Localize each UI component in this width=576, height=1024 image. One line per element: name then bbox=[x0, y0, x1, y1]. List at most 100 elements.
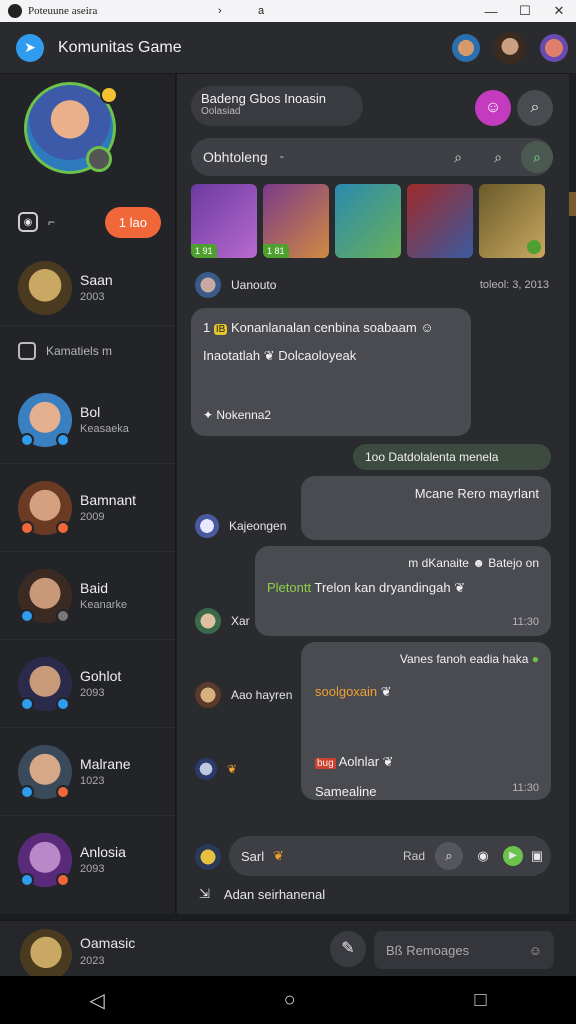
status-pill-button[interactable]: 1 lao bbox=[104, 206, 161, 238]
minimize-button[interactable]: — bbox=[474, 4, 508, 19]
attach-icon[interactable]: ⌕ bbox=[435, 842, 463, 870]
search-icon[interactable]: ⌕ bbox=[485, 149, 511, 166]
zoom-icon[interactable]: ⌕ bbox=[445, 149, 471, 166]
thumbnail-tag: 1 91 bbox=[191, 244, 217, 258]
tag-icon: bug bbox=[315, 758, 336, 769]
sender-name: Uanouto bbox=[231, 278, 277, 292]
sender-name: Xar bbox=[231, 614, 250, 628]
contact-sub: 2093 bbox=[80, 686, 105, 699]
contact-item[interactable]: Gohlot 2093 bbox=[0, 640, 175, 728]
role-badge-icon bbox=[56, 432, 70, 447]
online-badge-icon bbox=[20, 784, 34, 799]
bottom-avatar[interactable] bbox=[20, 929, 72, 981]
search-bar[interactable]: Obhtoleng ⁃ ⌕ ⌕ ⌕ bbox=[191, 138, 553, 176]
message-bubble[interactable]: Vanes fanoh eadia haka ● soolgoxain ❦ bu… bbox=[301, 642, 551, 800]
back-nav-icon[interactable]: ◁ bbox=[89, 988, 104, 1013]
game-thumbnail[interactable] bbox=[335, 184, 401, 258]
back-icon[interactable]: › bbox=[218, 5, 258, 17]
contact-sub: 2003 bbox=[80, 290, 105, 303]
search-go-icon[interactable]: ⌕ bbox=[521, 141, 553, 173]
header-avatar-2[interactable] bbox=[494, 31, 526, 64]
composer-avatar[interactable] bbox=[195, 844, 221, 870]
bubble-line: Inaotatlah ❦ Dolcaoloyeak bbox=[203, 348, 357, 363]
send-icon[interactable]: ▶ bbox=[503, 846, 523, 866]
message-footer: Nokenna2 bbox=[216, 408, 272, 422]
online-dot-icon: ● bbox=[531, 652, 539, 666]
bubble-top: m dKanaite ☻ Batejo on bbox=[408, 556, 539, 570]
address-field[interactable]: a bbox=[258, 5, 474, 17]
message-bubble[interactable]: m dKanaite ☻ Batejo on Pletontt Trelon k… bbox=[255, 546, 551, 636]
app-header: ➤ Komunitas Game bbox=[0, 22, 576, 74]
game-thumbnail[interactable]: 1 81 bbox=[263, 184, 329, 258]
pinned-avatar bbox=[18, 260, 72, 315]
camera-icon[interactable]: ◉ bbox=[469, 848, 497, 864]
online-badge-icon bbox=[20, 432, 34, 447]
sender-avatar[interactable] bbox=[195, 272, 221, 298]
status-icon[interactable]: ◉ bbox=[18, 212, 38, 232]
search-input[interactable]: Obhtoleng bbox=[203, 149, 279, 165]
bubble-line: Pletontt Trelon kan dryandingah ❦ bbox=[267, 580, 466, 595]
section-label-text: Kamatiels m bbox=[46, 344, 113, 358]
sender-avatar[interactable] bbox=[195, 682, 221, 708]
badge-icon: IB bbox=[213, 324, 228, 335]
sender-avatar[interactable] bbox=[195, 608, 221, 634]
composer-input[interactable]: Sarl bbox=[241, 849, 273, 864]
role-badge-icon bbox=[56, 873, 70, 887]
bubble-line: 1 IB Konanlanalan cenbina soabaam ☺ bbox=[203, 320, 434, 335]
message-text: Trelon kan dryandingah bbox=[314, 580, 451, 595]
contact-item[interactable]: Bol Keasaeka bbox=[0, 376, 175, 464]
status-ring-icon bbox=[86, 146, 112, 172]
header-avatar-3[interactable] bbox=[540, 33, 568, 62]
contact-item[interactable]: Baid Keanarke bbox=[0, 552, 175, 640]
contact-item[interactable]: Bamnant 2009 bbox=[0, 464, 175, 552]
online-badge-icon bbox=[20, 873, 34, 887]
contact-item[interactable]: Malrane 1023 bbox=[0, 728, 175, 816]
highlight-text: soolgoxain bbox=[315, 684, 378, 699]
home-nav-icon[interactable]: ○ bbox=[284, 989, 296, 1012]
game-thumbnail[interactable] bbox=[479, 184, 545, 258]
app-icon bbox=[8, 4, 22, 18]
game-thumbnail[interactable]: 1 91 bbox=[191, 184, 257, 258]
game-thumbnails: 1 91 1 81 bbox=[191, 184, 551, 258]
sender-avatar[interactable] bbox=[195, 514, 219, 538]
share-icon[interactable]: ⇲ bbox=[199, 886, 210, 902]
message-composer[interactable]: Sarl ❦ Rad ⌕ ◉ ▶ ▣ bbox=[229, 836, 551, 876]
message-bubble[interactable]: Mcane Rero mayrlant bbox=[301, 476, 551, 540]
thumbnail-tag: 1 81 bbox=[263, 244, 289, 258]
badge-number: 1 bbox=[203, 320, 211, 335]
emoji-icon[interactable]: ☺ bbox=[529, 943, 542, 958]
contact-sub: 2009 bbox=[80, 510, 105, 523]
profile-search-button[interactable]: ⌕ bbox=[517, 90, 553, 126]
header-avatar-1[interactable] bbox=[452, 33, 480, 62]
sender-avatar[interactable] bbox=[195, 758, 217, 780]
message-text: Inaotatlah bbox=[203, 348, 261, 363]
maximize-button[interactable]: ☐ bbox=[508, 3, 542, 19]
message-text: Vanes fanoh eadia haka bbox=[399, 652, 529, 666]
contact-item[interactable]: Anlosia 2093 bbox=[0, 816, 175, 904]
contact-sub: 1023 bbox=[80, 774, 105, 787]
role-badge-icon bbox=[56, 520, 70, 535]
chat-header[interactable]: Badeng Gbos Inoasin Oolasiad bbox=[191, 86, 363, 126]
recents-nav-icon[interactable]: □ bbox=[474, 989, 486, 1012]
message-bubble[interactable]: 1 IB Konanlanalan cenbina soabaam ☺ Inao… bbox=[191, 308, 471, 436]
contact-name: Anlosia bbox=[80, 844, 126, 860]
sidebar: ◉ ⌐ 1 lao Saan 2003 Kamatiels m Bol Keas… bbox=[0, 74, 176, 914]
reaction-icon: ❦ bbox=[227, 762, 238, 776]
image-icon[interactable]: ▣ bbox=[523, 848, 551, 864]
game-thumbnail[interactable] bbox=[407, 184, 473, 258]
online-badge-icon bbox=[20, 608, 34, 623]
sticker-button[interactable]: ☺ bbox=[475, 90, 511, 126]
bubble-line: bug Aolnlar ❦ bbox=[315, 754, 394, 769]
bottom-note-text: Adan seirhanenal bbox=[223, 886, 326, 902]
contact-sub: 2093 bbox=[80, 863, 105, 875]
emoji-icon[interactable]: ❦ bbox=[273, 848, 403, 864]
close-button[interactable]: ✕ bbox=[542, 3, 576, 19]
bubble-line: soolgoxain ❦ bbox=[315, 684, 392, 699]
search-hint: ⁃ bbox=[279, 151, 285, 164]
message-date: toleol: 3, 2013 bbox=[479, 279, 549, 291]
bottom-message-input[interactable]: Bß Remoages ☺ bbox=[374, 931, 554, 969]
contact-name: Baid bbox=[80, 579, 109, 596]
pinned-contact[interactable]: Saan 2003 bbox=[0, 250, 175, 326]
pencil-icon[interactable]: ✎ bbox=[330, 931, 366, 967]
telegram-logo-icon[interactable]: ➤ bbox=[16, 33, 44, 62]
